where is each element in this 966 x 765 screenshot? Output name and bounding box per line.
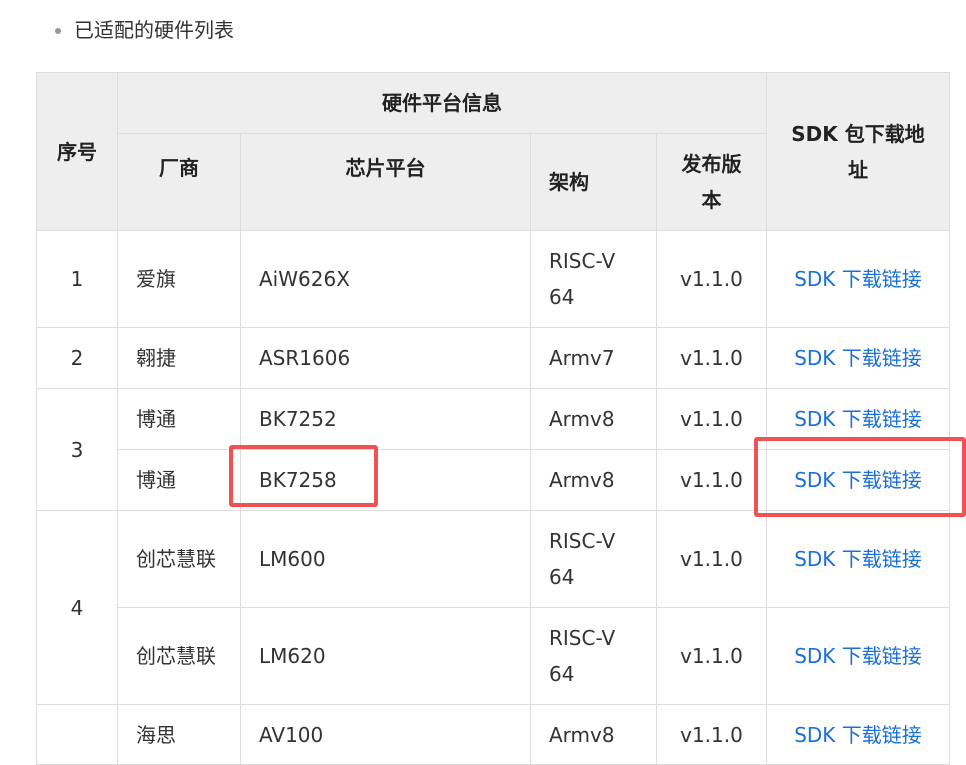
cell-chip: ASR1606 [240, 327, 531, 389]
cell-sdk: SDK 下载链接 [766, 327, 950, 389]
sdk-download-link[interactable]: SDK 下载链接 [794, 547, 922, 571]
bullet-dot-icon [55, 28, 61, 34]
cell-architecture: Armv8 [530, 449, 657, 511]
cell-index: 1 [36, 230, 118, 328]
cell-index: 2 [36, 327, 118, 389]
cell-version: v1.1.0 [656, 327, 767, 389]
cell-architecture: Armv8 [530, 388, 657, 450]
sdk-download-link[interactable]: SDK 下载链接 [794, 407, 922, 431]
cell-vendor: 创芯慧联 [117, 510, 241, 608]
table-row: 4 创芯慧联 LM600 RISC-V 64 v1.1.0 SDK 下载链接 [36, 510, 950, 705]
highlight-box-chip [229, 445, 378, 507]
cell-version: v1.1.0 [656, 230, 767, 328]
cell-architecture: RISC-V 64 [530, 230, 657, 328]
sdk-download-link[interactable]: SDK 下载链接 [794, 723, 922, 747]
cell-vendor: 博通 [117, 449, 241, 511]
cell-architecture: RISC-V 64 [530, 510, 657, 608]
cell-vendor: 创芯慧联 [117, 607, 241, 705]
section-heading: 已适配的硬件列表 [74, 18, 234, 42]
cell-chip: AiW626X [240, 230, 531, 328]
header-vendor: 厂商 [117, 133, 241, 231]
hardware-table: 序号 硬件平台信息 SDK 包下载地址 厂商 芯片平台 架构 发布版本 1 爱旗 A… [36, 72, 950, 765]
bullet-item: 已适配的硬件列表 [55, 14, 234, 46]
cell-sdk: SDK 下载链接 [766, 510, 950, 608]
cell-chip: BK7252 [240, 388, 531, 450]
header-release-version: 发布版本 [656, 133, 767, 231]
cell-version: v1.1.0 [656, 607, 767, 705]
header-chip-platform: 芯片平台 [240, 133, 531, 231]
cell-index: 4 [36, 510, 118, 705]
cell-chip: LM620 [240, 607, 531, 705]
cell-version: v1.1.0 [656, 510, 767, 608]
header-architecture: 架构 [530, 133, 657, 231]
cell-version: v1.1.0 [656, 388, 767, 450]
cell-vendor: 翱捷 [117, 327, 241, 389]
table-row: 创芯慧联 LM620 RISC-V 64 v1.1.0 SDK 下载链接 [37, 607, 950, 705]
cell-sdk: SDK 下载链接 [766, 230, 950, 328]
cell-sdk: SDK 下载链接 [766, 607, 950, 705]
cell-vendor: 博通 [117, 388, 241, 450]
header-sdk-download: SDK 包下载地址 [766, 72, 950, 231]
cell-architecture: RISC-V 64 [530, 607, 657, 705]
cell-vendor: 爱旗 [117, 230, 241, 328]
highlight-box-sdk-link [754, 437, 966, 517]
table-row: 1 爱旗 AiW626X RISC-V 64 v1.1.0 SDK 下载链接 [36, 230, 950, 328]
sdk-download-link[interactable]: SDK 下载链接 [794, 267, 922, 291]
header-hardware-info: 硬件平台信息 [117, 72, 767, 134]
table-row: 2 翱捷 ASR1606 Armv7 v1.1.0 SDK 下载链接 [36, 327, 950, 389]
cell-architecture: Armv7 [530, 327, 657, 389]
cell-version: v1.1.0 [656, 449, 767, 511]
cell-chip: LM600 [240, 510, 531, 608]
header-index: 序号 [36, 72, 118, 231]
sdk-download-link[interactable]: SDK 下载链接 [794, 644, 922, 668]
sdk-download-link[interactable]: SDK 下载链接 [794, 346, 922, 370]
cell-index: 3 [36, 388, 118, 511]
